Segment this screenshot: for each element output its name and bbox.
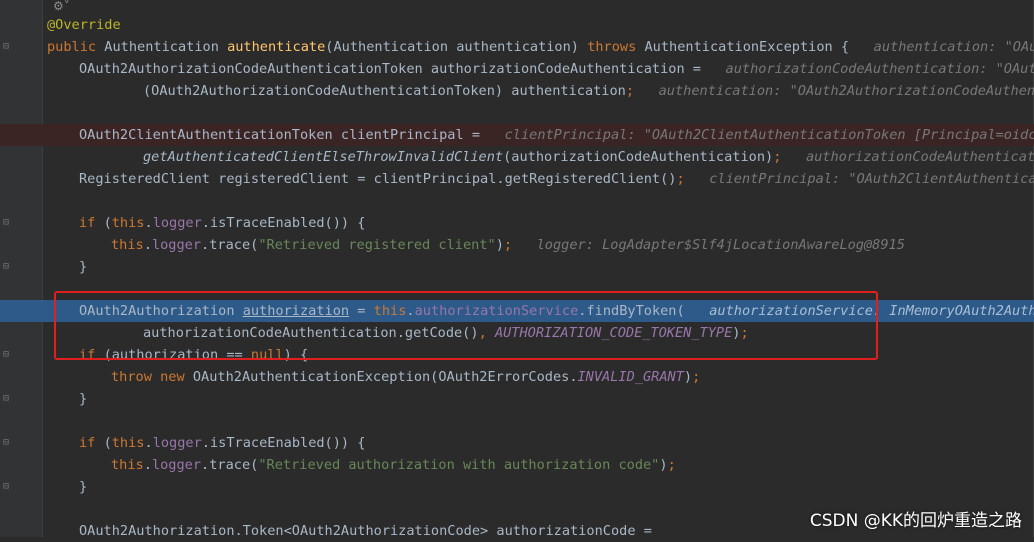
code-line[interactable]: RegisteredClient registeredClient = clie… xyxy=(79,168,1034,190)
code-line[interactable]: if (this.logger.isTraceEnabled()) { xyxy=(79,212,365,234)
code-token: if xyxy=(79,435,104,451)
code-token: throws xyxy=(587,39,645,55)
code-token: ( xyxy=(103,435,112,451)
code-line[interactable]: @Override xyxy=(47,14,121,36)
code-token: } xyxy=(79,259,88,275)
code-token: authenticate xyxy=(227,39,326,55)
code-token: ) xyxy=(683,369,693,385)
code-line[interactable]: } xyxy=(79,476,87,498)
code-token: public xyxy=(47,39,105,55)
code-token: OAuth2ClientAuthenticationToken clientPr… xyxy=(79,127,505,143)
code-line[interactable]: OAuth2ClientAuthenticationToken clientPr… xyxy=(79,124,1034,146)
code-token: this xyxy=(111,435,145,451)
code-line[interactable]: public Authentication authenticate(Authe… xyxy=(47,36,1034,58)
code-token: } xyxy=(79,391,88,407)
watermark: CSDN @KK的回炉重造之路 xyxy=(809,511,1022,531)
code-line[interactable]: OAuth2Authorization.Token<OAuth2Authoriz… xyxy=(79,520,652,542)
code-token: . xyxy=(143,237,152,253)
code-token: .isTraceEnabled()) { xyxy=(201,435,366,451)
code-token: this xyxy=(111,237,144,253)
code-token: ) xyxy=(495,237,504,253)
inline-debug-value: authentication: "OAuth2 xyxy=(873,39,1034,55)
code-line[interactable]: if (this.logger.isTraceEnabled()) { xyxy=(79,432,365,454)
code-line[interactable]: } xyxy=(79,388,87,410)
code-token: getAuthenticatedClientElseThrowInvalidCl… xyxy=(143,149,504,165)
code-token: logger xyxy=(151,237,202,253)
code-token: ; xyxy=(667,457,676,473)
code-token: ( xyxy=(103,215,112,231)
code-token: . xyxy=(143,457,152,473)
code-token: ; xyxy=(692,369,701,385)
code-token: (OAuth2AuthorizationCodeAuthenticationTo… xyxy=(143,83,626,99)
code-token: OAuth2AuthenticationException(OAuth2Erro… xyxy=(192,369,578,385)
code-token: @Override xyxy=(47,17,121,33)
code-line[interactable]: getAuthenticatedClientElseThrowInvalidCl… xyxy=(143,146,1034,168)
code-token: RegisteredClient registeredClient = clie… xyxy=(79,171,677,187)
code-token: .trace( xyxy=(201,457,259,473)
gear-dropdown-icon[interactable]: ⚙˅ xyxy=(53,0,70,12)
fold-icon[interactable]: ⊟ xyxy=(3,212,9,234)
inline-debug-value: authentication: "OAuth2AuthorizationCode… xyxy=(658,83,1034,99)
code-token: this xyxy=(111,215,145,231)
code-token: . xyxy=(144,215,153,231)
code-line[interactable]: OAuth2AuthorizationCodeAuthenticationTok… xyxy=(79,58,1034,80)
code-token: ; xyxy=(503,237,537,253)
fold-icon[interactable]: ⊟ xyxy=(3,256,9,278)
code-token: (authorizationCodeAuthentication) xyxy=(503,149,774,165)
code-token: logger xyxy=(151,457,202,473)
code-token: logger xyxy=(152,435,202,451)
inline-debug-value: clientPrincipal: "OAuth2ClientAuthentica… xyxy=(504,127,1034,143)
inline-debug-value: clientPrincipal: "OAuth2ClientAuthentica… xyxy=(709,171,1034,187)
code-token: throw new xyxy=(111,369,193,385)
code-token: "Retrieved authorization with authorizat… xyxy=(258,457,660,473)
code-token: } xyxy=(79,479,88,495)
code-line[interactable]: throw new OAuth2AuthenticationException(… xyxy=(111,366,700,388)
code-token: ) xyxy=(659,457,668,473)
fold-icon[interactable]: ⊟ xyxy=(3,344,9,366)
code-token: if xyxy=(79,215,104,231)
code-token: . xyxy=(144,435,153,451)
code-token: Authentication xyxy=(104,39,228,55)
code-line[interactable]: this.logger.trace("Retrieved registered … xyxy=(111,234,905,256)
code-line[interactable]: (OAuth2AuthorizationCodeAuthenticationTo… xyxy=(143,80,1034,102)
fold-icon[interactable]: ⊟ xyxy=(3,476,9,498)
inline-debug-value: authorizationCodeAuthentication: "OAuth2… xyxy=(725,61,1034,77)
fold-icon[interactable]: ⊟ xyxy=(3,36,9,58)
code-token: "Retrieved registered client" xyxy=(258,237,496,253)
code-token: AuthenticationException { xyxy=(644,39,874,55)
code-token: INVALID_GRANT xyxy=(577,369,684,385)
code-line[interactable]: } xyxy=(79,256,87,278)
gutter-separator xyxy=(42,0,43,537)
highlight-annotation-box xyxy=(54,291,878,360)
inline-debug-value: logger: LogAdapter$Slf4jLocationAwareLog… xyxy=(536,237,905,253)
code-token: logger xyxy=(152,215,202,231)
inline-debug-value: authorizationCodeAuthentication xyxy=(805,149,1034,165)
code-token: (Authentication authentication) xyxy=(325,39,588,55)
code-token: OAuth2AuthorizationCodeAuthenticationTok… xyxy=(79,61,726,77)
code-token: .trace( xyxy=(201,237,259,253)
code-token: ; xyxy=(676,171,710,187)
fold-icon[interactable]: ⊟ xyxy=(3,432,9,454)
code-token: ; xyxy=(625,83,659,99)
code-token: .isTraceEnabled()) { xyxy=(201,215,366,231)
fold-icon[interactable]: ⊟ xyxy=(3,388,9,410)
code-token: this xyxy=(111,457,144,473)
code-token: ; xyxy=(773,149,806,165)
code-line[interactable]: this.logger.trace("Retrieved authorizati… xyxy=(111,454,676,476)
